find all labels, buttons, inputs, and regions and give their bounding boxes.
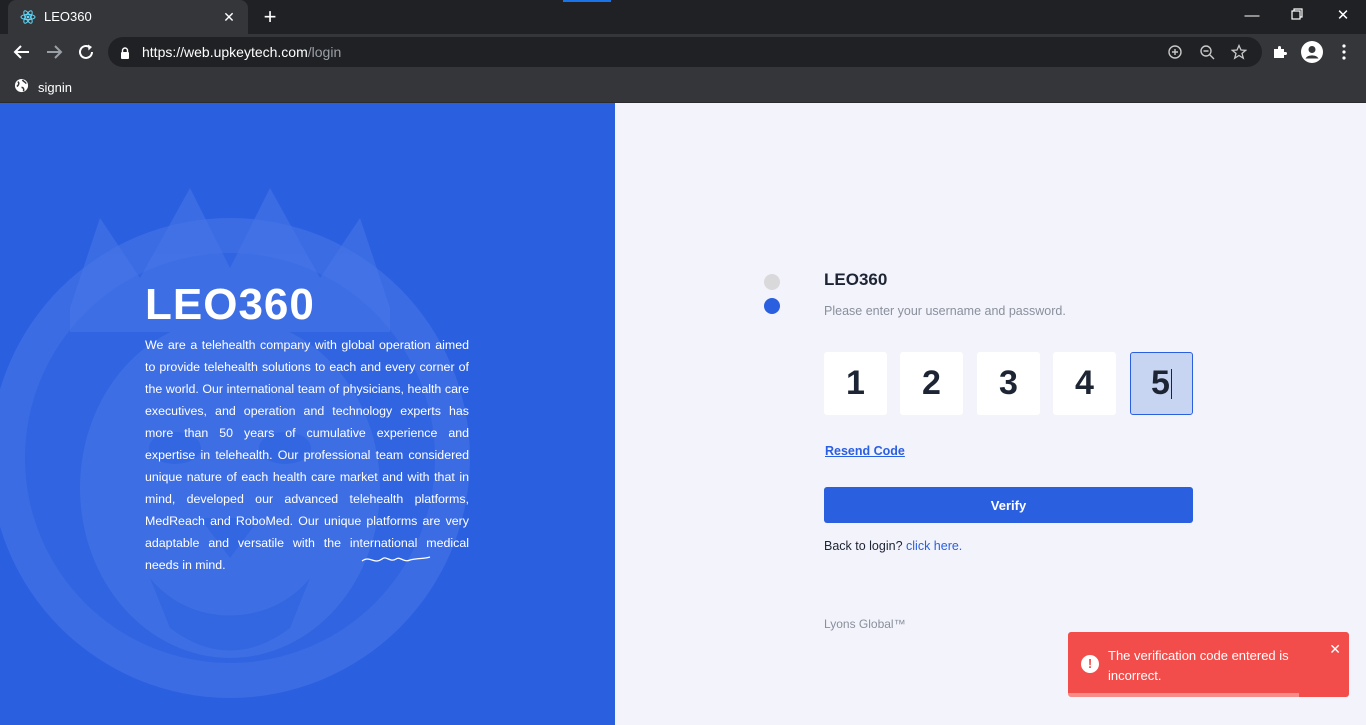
code-digit-input[interactable]: 1 <box>824 352 887 415</box>
back-to-login-link[interactable]: click here. <box>906 539 962 553</box>
bookmark-signin[interactable]: signin <box>14 77 72 97</box>
extensions-puzzle-icon[interactable] <box>1268 40 1292 64</box>
toast-timer-bar <box>1068 693 1299 697</box>
bookmark-label: signin <box>38 79 72 95</box>
react-favicon-icon <box>20 9 36 25</box>
browser-toolbar: https://web.upkeytech.com/login <box>0 34 1366 70</box>
restore-button[interactable] <box>1282 5 1312 27</box>
step-indicator-inactive <box>764 274 780 290</box>
back-arrow-icon[interactable] <box>10 40 34 64</box>
code-digit-input[interactable]: 3 <box>977 352 1040 415</box>
brand-panel: LEO360 We are a telehealth company with … <box>0 103 615 725</box>
toast-close-icon[interactable]: ✕ <box>1329 641 1341 658</box>
bookmarks-bar: signin <box>0 70 1366 103</box>
text-caret <box>1170 368 1172 399</box>
alert-exclamation-icon: ! <box>1081 655 1099 673</box>
footer-copyright: Lyons Global™ <box>824 617 906 631</box>
verify-button[interactable]: Verify <box>824 487 1193 523</box>
reload-icon[interactable] <box>74 40 98 64</box>
toast-message: The verification code entered is incorre… <box>1108 648 1289 683</box>
url-text: https://web.upkeytech.com/login <box>142 44 342 60</box>
back-to-login-text: Back to login? <box>824 539 903 553</box>
resend-code-link[interactable]: Resend Code <box>825 444 905 458</box>
tab-title: LEO360 <box>44 9 92 24</box>
forward-arrow-icon[interactable] <box>42 40 66 64</box>
code-digit-input-active[interactable]: 5 <box>1130 352 1193 415</box>
menu-kebab-icon[interactable] <box>1332 40 1356 64</box>
window-drag-accent <box>563 0 611 2</box>
minimize-button[interactable]: — <box>1237 5 1267 27</box>
new-tab-button[interactable]: + <box>260 6 280 28</box>
lock-icon[interactable] <box>120 46 130 64</box>
close-window-button[interactable]: ✕ <box>1328 5 1358 27</box>
address-bar[interactable]: https://web.upkeytech.com/login <box>108 37 1262 67</box>
error-toast: ! The verification code entered is incor… <box>1068 632 1349 697</box>
zoom-out-icon[interactable] <box>1198 43 1216 61</box>
code-digit-input[interactable]: 2 <box>900 352 963 415</box>
code-digit-value: 5 <box>1151 364 1170 402</box>
globe-icon <box>14 78 29 96</box>
brand-logo-text: LEO360 <box>145 280 315 329</box>
step-indicator-active <box>764 298 780 314</box>
code-digit-input[interactable]: 4 <box>1053 352 1116 415</box>
form-subtitle: Please enter your username and password. <box>824 304 1066 318</box>
company-description: We are a telehealth company with global … <box>145 338 469 572</box>
bookmark-star-icon[interactable] <box>1230 43 1248 61</box>
back-to-login: Back to login? click here. <box>824 539 962 553</box>
signature-mark <box>361 556 431 562</box>
browser-tab[interactable]: LEO360 ✕ <box>8 0 248 34</box>
profile-avatar-icon[interactable] <box>1300 40 1324 64</box>
form-title: LEO360 <box>824 270 888 289</box>
install-app-icon[interactable] <box>1166 43 1184 61</box>
browser-tab-strip: LEO360 ✕ + — ✕ <box>0 0 1366 34</box>
tab-close-icon[interactable]: ✕ <box>220 8 238 26</box>
